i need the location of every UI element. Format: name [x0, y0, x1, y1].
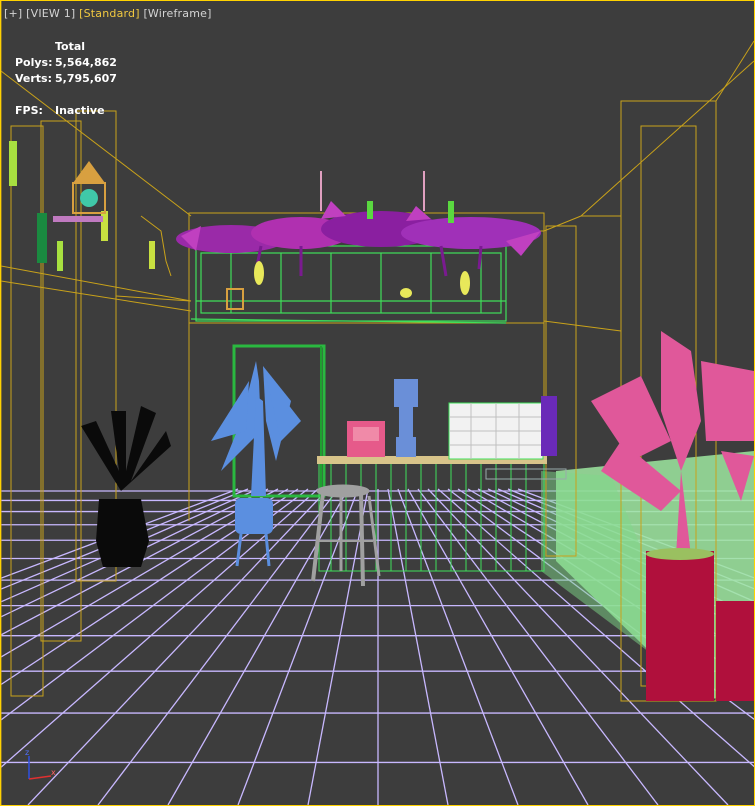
fps-label: FPS: — [15, 104, 43, 117]
fps-value: Inactive — [55, 104, 105, 117]
scene-statistics: Total Polys: 5,564,862 Verts: 5,795,607 … — [15, 39, 117, 119]
counter-wireframe — [318, 460, 545, 572]
blue-potted-plant — [211, 361, 301, 567]
polys-label: Polys: — [15, 56, 53, 69]
svg-text:z: z — [25, 748, 29, 757]
verts-label: Verts: — [15, 72, 53, 85]
display-cabinet — [448, 396, 557, 460]
stats-header: Total — [55, 40, 86, 53]
wall-lantern — [37, 161, 106, 263]
viewport-menu-button[interactable]: [+] — [4, 7, 22, 20]
svg-text:x: x — [51, 768, 56, 777]
viewport-3d[interactable]: z x [+] [VIEW 1] [Standard] [Wireframe] … — [0, 0, 755, 806]
verts-value: 5,795,607 — [55, 72, 117, 85]
hanging-shelf-wireframe — [190, 245, 507, 324]
espresso-grinder — [394, 379, 418, 457]
scene-canvas[interactable]: z x — [1, 1, 754, 805]
shading-mode-button[interactable]: [Standard] — [79, 7, 140, 20]
view-name-button[interactable]: [VIEW 1] — [26, 7, 75, 20]
viewport-label: [+] [VIEW 1] [Standard] [Wireframe] — [4, 7, 212, 20]
polys-value: 5,564,862 — [55, 56, 117, 69]
axis-gizmo: z x — [25, 748, 56, 780]
display-mode-button[interactable]: [Wireframe] — [143, 7, 211, 20]
shelf-lantern — [226, 288, 244, 310]
